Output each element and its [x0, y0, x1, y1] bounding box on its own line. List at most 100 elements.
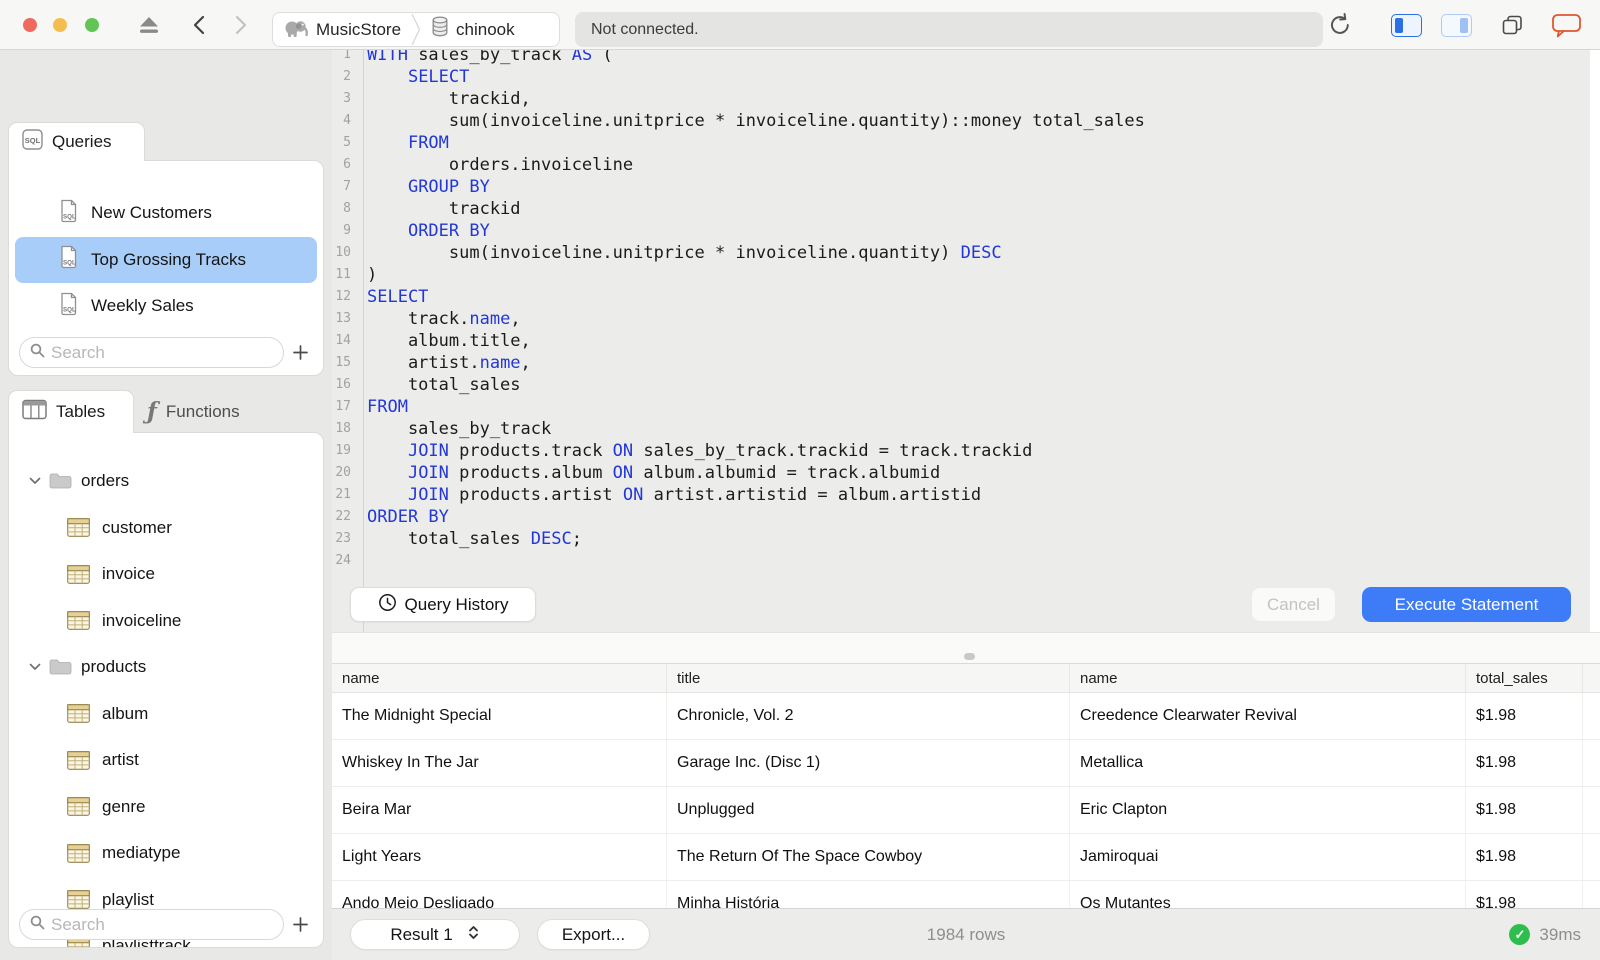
toggle-left-sidebar-icon[interactable] — [1388, 0, 1424, 50]
tree-row-artist[interactable]: artist — [9, 737, 323, 784]
tab-tables[interactable]: Tables — [8, 390, 134, 433]
tree-row-label: mediatype — [102, 843, 181, 863]
table-cell[interactable]: Os Mutantes — [1070, 881, 1466, 908]
add-query-button[interactable] — [287, 344, 313, 361]
table-cell[interactable]: $1.98 — [1466, 693, 1583, 739]
toggle-right-sidebar-icon[interactable] — [1438, 0, 1474, 50]
tree-row-invoice[interactable]: invoice — [9, 551, 323, 598]
table-cell[interactable]: $1.98 — [1466, 881, 1583, 908]
line-number: 4 — [343, 113, 351, 128]
tree-row-products[interactable]: products — [9, 644, 323, 691]
results-body: The Midnight Special Chronicle, Vol. 2 Cre… — [332, 693, 1600, 908]
table-cell[interactable]: Minha História — [667, 881, 1070, 908]
breadcrumb-database[interactable]: chinook — [421, 13, 525, 46]
table-cell[interactable]: The Return Of The Space Cowboy — [667, 834, 1070, 880]
query-list-item[interactable]: SQL Weekly Sales — [15, 283, 317, 330]
chat-bubble-icon[interactable] — [1548, 0, 1584, 50]
table-cell[interactable]: Chronicle, Vol. 2 — [667, 693, 1070, 739]
tree-row-customer[interactable]: customer — [9, 505, 323, 552]
table-row[interactable]: The Midnight Special Chronicle, Vol. 2 Cre… — [332, 693, 1600, 740]
eject-icon[interactable] — [136, 0, 162, 50]
sql-editor[interactable]: 1 WITH sales_by_track AS (2 SELECT 3 track… — [332, 50, 1590, 632]
query-list-item[interactable]: SQL Top Grossing Tracks — [15, 236, 317, 283]
back-icon[interactable] — [188, 0, 210, 50]
mini-table-icon — [67, 750, 90, 770]
query-list-item-label: Top Grossing Tracks — [91, 249, 246, 269]
line-number: 11 — [335, 267, 351, 282]
table-cell[interactable]: Ando Meio Desligado — [332, 881, 667, 908]
main-area: 1 WITH sales_by_track AS (2 SELECT 3 track… — [332, 50, 1600, 960]
table-row[interactable]: Beira Mar Unplugged Eric Clapton $1.98 — [332, 787, 1600, 834]
table-cell[interactable]: $1.98 — [1466, 740, 1583, 786]
table-cell[interactable]: Beira Mar — [332, 787, 667, 833]
table-cell[interactable]: Jamiroquai — [1070, 834, 1466, 880]
tree-row-orders[interactable]: orders — [9, 458, 323, 505]
tab-functions[interactable]: ƒ Functions — [134, 390, 299, 433]
table-row[interactable]: Ando Meio Desligado Minha História Os Muta… — [332, 881, 1600, 908]
code-line: 13 track.name, — [332, 308, 1590, 330]
tables-search-input[interactable] — [51, 914, 273, 935]
close-window-button[interactable] — [23, 18, 37, 32]
code-line: 3 trackid, — [332, 88, 1590, 110]
column-header-3[interactable]: name — [1070, 664, 1466, 692]
column-header-1[interactable]: name — [332, 664, 667, 692]
overlapping-windows-icon[interactable] — [1496, 0, 1528, 50]
refresh-icon[interactable] — [1322, 0, 1358, 50]
table-cell[interactable]: Creedence Clearwater Revival — [1070, 693, 1466, 739]
folder-icon — [49, 658, 72, 676]
minimize-window-button[interactable] — [53, 18, 67, 32]
table-cell[interactable]: $1.98 — [1466, 834, 1583, 880]
line-number: 2 — [343, 69, 351, 84]
pane-splitter[interactable] — [332, 632, 1600, 663]
table-cell[interactable]: Unplugged — [667, 787, 1070, 833]
folder-icon — [49, 472, 72, 490]
forward-icon[interactable] — [230, 0, 252, 50]
query-history-button[interactable]: Query History — [350, 587, 536, 622]
line-number: 21 — [335, 487, 351, 502]
line-number: 23 — [335, 531, 351, 546]
zoom-window-button[interactable] — [85, 18, 99, 32]
splitter-handle-icon[interactable] — [964, 653, 975, 660]
table-cell[interactable]: Metallica — [1070, 740, 1466, 786]
table-cell[interactable]: $1.98 — [1466, 787, 1583, 833]
line-number: 3 — [343, 91, 351, 106]
cancel-button[interactable]: Cancel — [1251, 587, 1336, 622]
chevron-down-icon[interactable] — [29, 477, 45, 485]
sql-code[interactable]: 1 WITH sales_by_track AS (2 SELECT 3 track… — [332, 50, 1590, 572]
add-table-button[interactable] — [287, 916, 313, 933]
tab-queries[interactable]: SQL Queries — [8, 122, 145, 161]
table-row[interactable]: Whiskey In The Jar Garage Inc. (Disc 1) Me… — [332, 740, 1600, 787]
breadcrumb: MusicStore chinook — [272, 12, 560, 47]
line-number: 6 — [343, 157, 351, 172]
table-row[interactable]: Light Years The Return Of The Space Cowbo… — [332, 834, 1600, 881]
column-header-4[interactable]: total_sales — [1466, 664, 1583, 692]
tree-row-mediatype[interactable]: mediatype — [9, 830, 323, 877]
breadcrumb-separator-icon — [411, 13, 421, 46]
execute-statement-button[interactable]: Execute Statement — [1362, 587, 1571, 622]
chevron-down-icon[interactable] — [29, 663, 45, 671]
row-count: 1984 rows — [926, 924, 1006, 944]
breadcrumb-server[interactable]: MusicStore — [273, 13, 411, 46]
tree-row-label: genre — [102, 796, 146, 816]
query-list-item[interactable]: SQL New Customers — [15, 190, 317, 237]
tree-row-album[interactable]: album — [9, 691, 323, 738]
line-number: 16 — [335, 377, 351, 392]
queries-search[interactable] — [19, 337, 284, 368]
toolbar: MusicStore chinook Not connected. — [0, 0, 1600, 50]
table-cell[interactable]: Light Years — [332, 834, 667, 880]
tables-search[interactable] — [19, 909, 284, 940]
svg-text:SQL: SQL — [63, 260, 76, 267]
tree-row-genre[interactable]: genre — [9, 784, 323, 831]
tree-row-invoiceline[interactable]: invoiceline — [9, 598, 323, 645]
table-cell[interactable]: The Midnight Special — [332, 693, 667, 739]
column-header-2[interactable]: title — [667, 664, 1070, 692]
table-cell[interactable]: Whiskey In The Jar — [332, 740, 667, 786]
table-cell[interactable]: Garage Inc. (Disc 1) — [667, 740, 1070, 786]
line-number: 12 — [335, 289, 351, 304]
line-number: 8 — [343, 201, 351, 216]
line-number: 22 — [335, 509, 351, 524]
table-cell[interactable]: Eric Clapton — [1070, 787, 1466, 833]
success-check-icon: ✓ — [1509, 924, 1531, 945]
queries-search-input[interactable] — [51, 342, 273, 363]
tree-row-label: orders — [81, 471, 130, 491]
